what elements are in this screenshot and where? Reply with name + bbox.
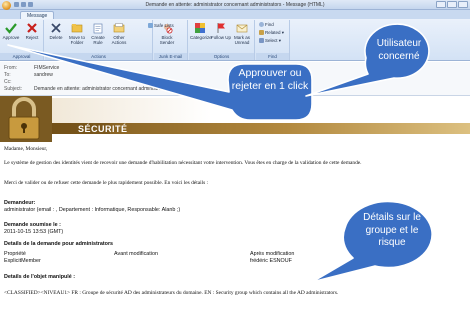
approve-callout-text: Approuver ou rejeter en 1 click <box>231 67 309 93</box>
user-callout-text: Utilisateur concerné <box>376 38 422 62</box>
details-callout-text: Détails sur le groupe et le risque <box>363 212 421 248</box>
